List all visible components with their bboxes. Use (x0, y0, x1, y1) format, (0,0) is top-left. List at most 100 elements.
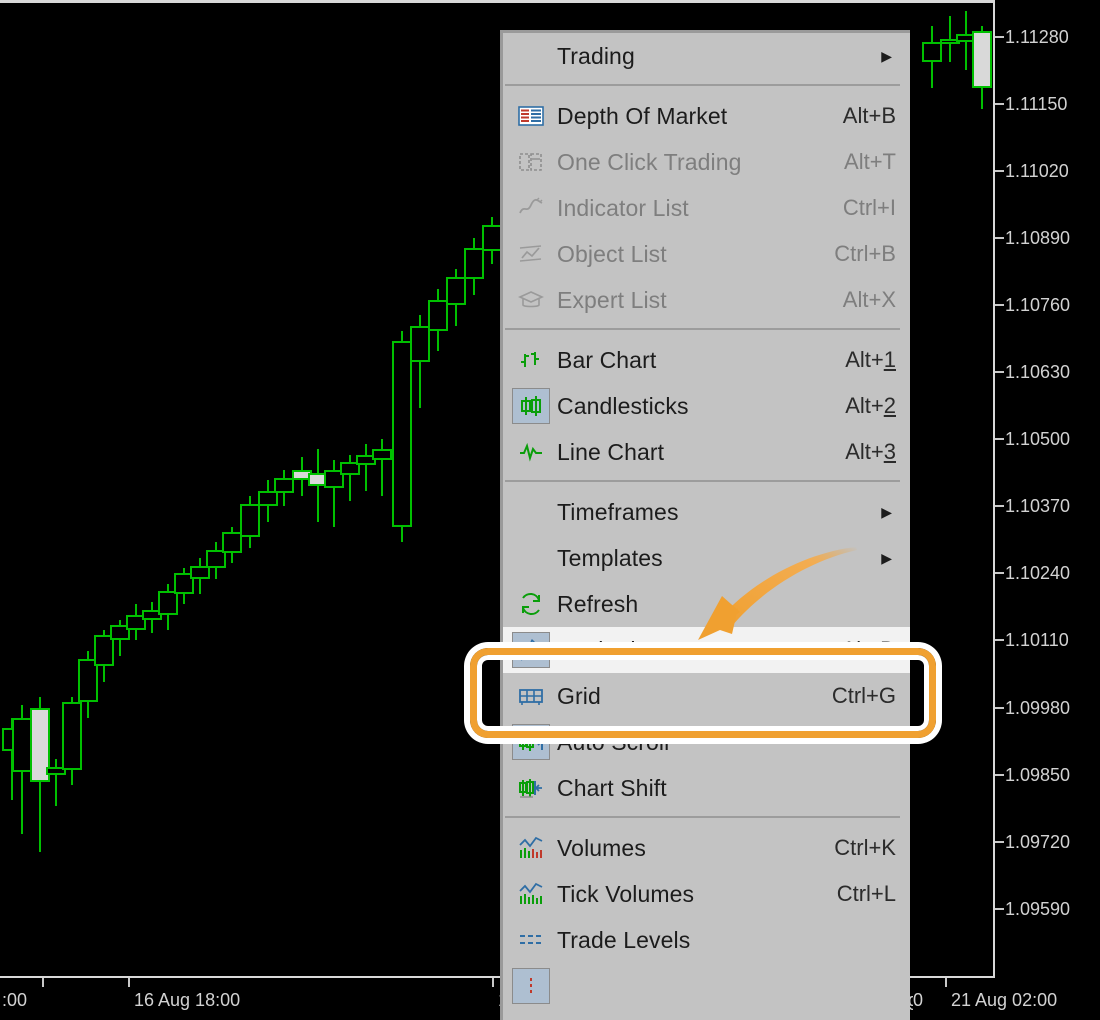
menu-item-label: Expert List (557, 287, 843, 314)
menu-item-shortcut: Alt+X (843, 287, 910, 313)
time-axis-right-segment[interactable]: 021 Aug 02:00 (913, 978, 1100, 1020)
menu-item-expert-list: Expert ListAlt+X (503, 277, 910, 323)
menu-item-icon-slot (505, 825, 557, 871)
menu-item-one-click-trading: One Click TradingAlt+T (503, 139, 910, 185)
menu-item-refresh[interactable]: Refresh (503, 581, 910, 627)
menu-item-icon-slot (505, 277, 557, 323)
volumes-icon (512, 830, 550, 866)
price-tick (995, 371, 1004, 373)
menu-item-line-chart[interactable]: Line ChartAlt+3 (503, 429, 910, 475)
menu-item-timeframes[interactable]: Timeframes▶ (503, 489, 910, 535)
candlestick-body (464, 248, 484, 279)
candlestick-body (482, 225, 502, 251)
menu-item-docked[interactable]: DockedAlt+D (503, 627, 910, 673)
menu-item-candlesticks[interactable]: CandlesticksAlt+2 (503, 383, 910, 429)
menu-item-label: Line Chart (557, 439, 845, 466)
bar-chart-icon (512, 342, 550, 378)
grid-icon (518, 684, 544, 708)
candlestick-body (392, 341, 412, 527)
candlestick-body (62, 702, 82, 769)
candlestick-body (428, 300, 448, 331)
auto-scroll-icon (512, 724, 550, 760)
price-tick-label: 1.10890 (1005, 229, 1070, 247)
menu-item-label: Candlesticks (557, 393, 845, 420)
menu-item-shortcut: Ctrl+I (843, 195, 910, 221)
menu-item-volumes[interactable]: VolumesCtrl+K (503, 825, 910, 871)
period-separators-icon (512, 968, 550, 1004)
candlestick-body (372, 449, 392, 459)
screenshot-root: 1.112801.111501.110201.108901.107601.106… (0, 0, 1100, 1020)
price-tick (995, 304, 1004, 306)
menu-item-label: Depth Of Market (557, 103, 843, 130)
menu-item-trading[interactable]: Trading▶ (503, 33, 910, 79)
candlestick-body (446, 277, 466, 305)
menu-item-icon-slot (505, 185, 557, 231)
candlesticks-icon (512, 388, 550, 424)
menu-item-icon-slot (505, 719, 557, 765)
menu-item-icon-slot (505, 93, 557, 139)
menu-item-tick-volumes[interactable]: Tick VolumesCtrl+L (503, 871, 910, 917)
menu-item-shortcut: Alt+B (843, 103, 910, 129)
menu-item-grid[interactable]: GridCtrl+G (503, 673, 910, 719)
price-tick (995, 505, 1004, 507)
menu-item-shortcut: Ctrl+G (832, 683, 910, 709)
auto-scroll-icon (518, 730, 544, 754)
price-tick (995, 36, 1004, 38)
one-click-trading-icon (512, 144, 550, 180)
menu-item-shortcut: Ctrl+L (837, 881, 910, 907)
menu-item-label: Templates (557, 545, 881, 572)
volumes-icon (518, 836, 544, 860)
trade-levels-icon (512, 922, 550, 958)
menu-item-icon-slot (505, 139, 557, 185)
object-list-icon (518, 242, 544, 266)
price-tick-label: 1.09850 (1005, 766, 1070, 784)
refresh-icon (518, 592, 544, 616)
menu-separator (505, 328, 900, 332)
menu-item-depth-of-market[interactable]: Depth Of MarketAlt+B (503, 93, 910, 139)
menu-item-shortcut: Alt+D (842, 637, 910, 663)
menu-item-label: Trading (557, 43, 881, 70)
menu-item-label: Tick Volumes (557, 881, 837, 908)
menu-item-icon-slot (505, 489, 557, 535)
menu-item-label: Volumes (557, 835, 834, 862)
price-axis[interactable]: 1.112801.111501.110201.108901.107601.106… (995, 0, 1100, 978)
price-tick (995, 908, 1004, 910)
menu-item-icon-slot (505, 429, 557, 475)
price-tick (995, 438, 1004, 440)
price-tick (995, 774, 1004, 776)
menu-item-icon-slot (505, 963, 557, 1009)
menu-item-chart-shift[interactable]: Chart Shift (503, 765, 910, 811)
menu-item-bar-chart[interactable]: Bar ChartAlt+1 (503, 337, 910, 383)
price-tick-label: 1.09590 (1005, 900, 1070, 918)
menu-item-icon-slot (505, 535, 557, 581)
chart-context-menu[interactable]: Trading▶Depth Of MarketAlt+BOne Click Tr… (500, 30, 910, 1020)
line-chart-icon (512, 434, 550, 470)
menu-item-auto-scroll[interactable]: Auto Scroll (503, 719, 910, 765)
menu-item-templates[interactable]: Templates▶ (503, 535, 910, 581)
candlestick-body (410, 326, 430, 362)
menu-item-icon-slot (505, 337, 557, 383)
menu-item-partially-visible[interactable] (503, 963, 910, 1009)
menu-item-icon-slot (505, 33, 557, 79)
menu-item-label: Refresh (557, 591, 910, 618)
menu-item-trade-levels[interactable]: Trade Levels (503, 917, 910, 963)
candlestick-body (922, 42, 942, 63)
price-tick (995, 103, 1004, 105)
depth-of-market-icon (518, 104, 544, 128)
menu-item-icon-slot (505, 673, 557, 719)
line-chart-icon (518, 440, 544, 464)
menu-item-label: Chart Shift (557, 775, 910, 802)
price-tick (995, 572, 1004, 574)
time-tick-label: 16 Aug 18:00 (134, 990, 240, 1010)
price-tick-label: 1.09720 (1005, 833, 1070, 851)
candlesticks-icon (518, 394, 544, 418)
indicator-list-icon (518, 196, 544, 220)
menu-separator (505, 84, 900, 88)
tick-volumes-icon (518, 882, 544, 906)
candlestick-body (158, 591, 178, 614)
chart-shift-icon (518, 776, 544, 800)
chart-top-border (0, 0, 995, 3)
menu-item-shortcut: Alt+1 (845, 347, 910, 373)
menu-item-shortcut: Alt+2 (845, 393, 910, 419)
expert-list-icon (518, 288, 544, 312)
